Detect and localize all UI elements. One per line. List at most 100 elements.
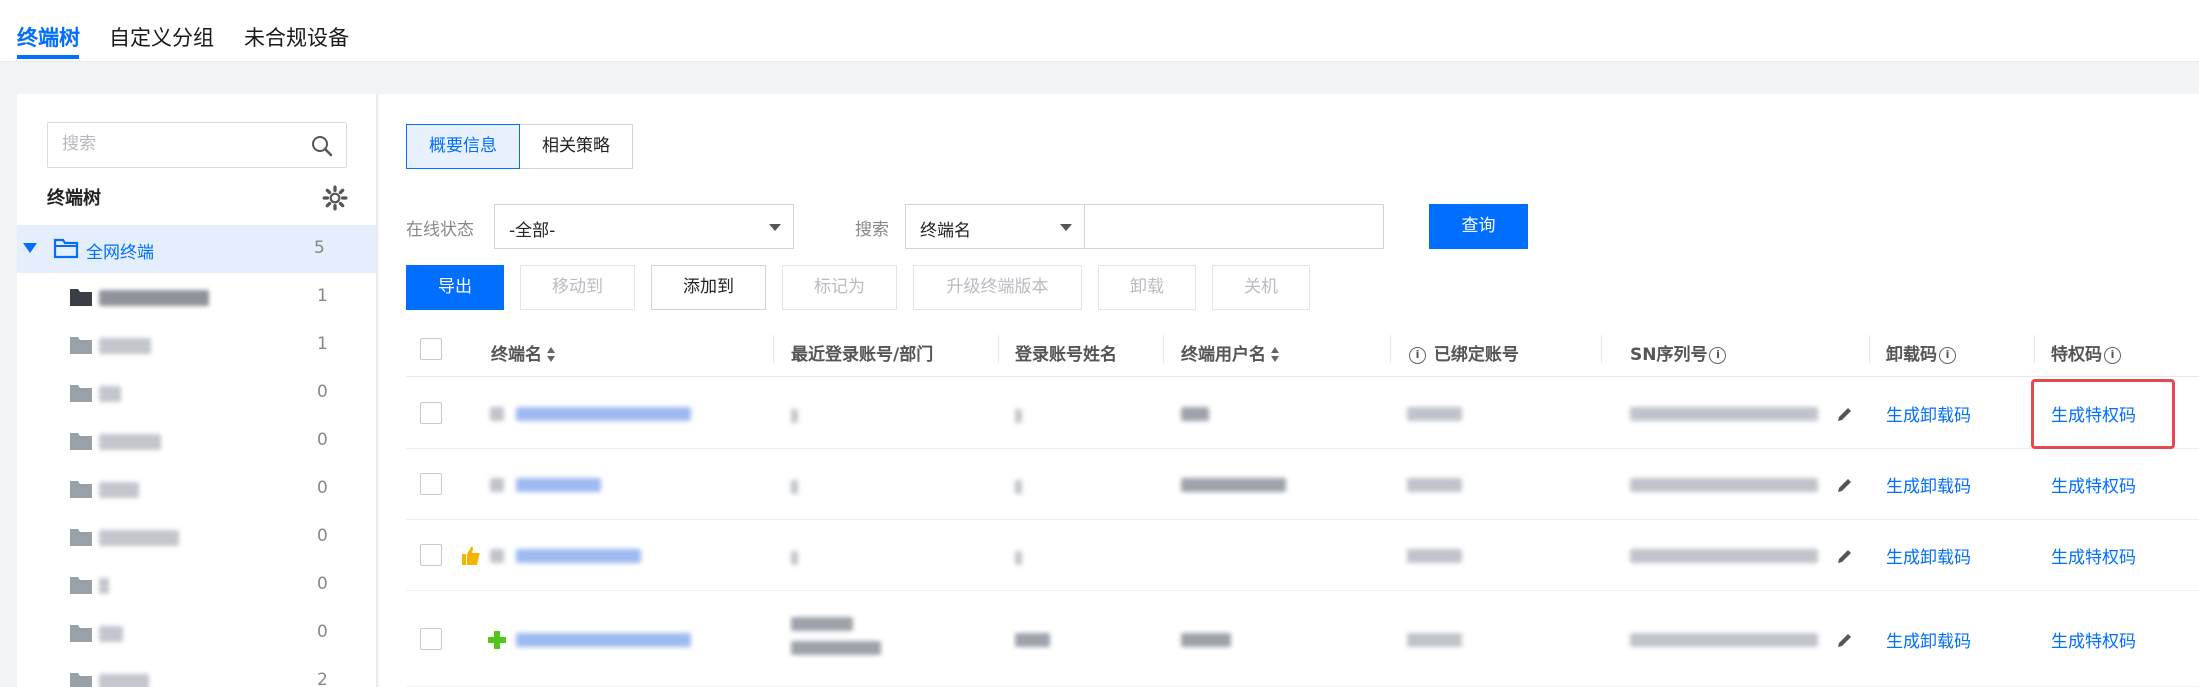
upgrade-version-button[interactable]: 升级终端版本 (913, 265, 1082, 310)
th-uninstall-code: 卸载码 i (1886, 340, 1958, 365)
column-divider[interactable] (1869, 335, 1870, 363)
tab-terminal-tree[interactable]: 终端树 (17, 22, 80, 52)
tree-node[interactable]: 2 (17, 657, 376, 687)
tab-summary[interactable]: 概要信息 (406, 124, 520, 169)
search-icon[interactable] (310, 134, 334, 158)
terminal-type-icon (490, 478, 504, 492)
table-row[interactable]: 生成卸载码 生成特权码 (406, 449, 2199, 520)
terminal-name-redacted[interactable] (516, 549, 641, 563)
redacted-value (1407, 549, 1462, 563)
generate-uninstall-code-link[interactable]: 生成卸载码 (1886, 472, 1971, 497)
status-select-value: -全部- (509, 221, 556, 241)
tree-search-input[interactable] (62, 134, 302, 154)
tree-node-all-terminals[interactable]: 全网终端 5 (17, 225, 376, 273)
terminal-type-icon (490, 549, 504, 563)
row-checkbox[interactable] (420, 544, 442, 566)
export-button[interactable]: 导出 (406, 265, 504, 310)
row-checkbox[interactable] (420, 473, 442, 495)
column-divider[interactable] (1163, 335, 1164, 363)
table-header: 终端名 最近登录账号/部门 登录账号姓名 终端用户名 i 已绑定账号 SN序列号… (406, 323, 2199, 377)
column-divider[interactable] (1601, 335, 1602, 363)
edit-icon[interactable] (1836, 547, 1854, 565)
terminal-name-redacted[interactable] (516, 407, 691, 421)
terminal-name-redacted[interactable] (516, 478, 601, 492)
tree-node[interactable]: 0 (17, 465, 376, 513)
tab-noncompliant-devices[interactable]: 未合规设备 (244, 22, 349, 52)
generate-uninstall-code-link[interactable]: 生成卸载码 (1886, 543, 1971, 568)
tree-node-label-redacted (99, 482, 139, 498)
redacted-value (1015, 480, 1022, 494)
redacted-sn (1630, 478, 1818, 492)
tree-title: 终端树 (47, 188, 101, 209)
tree-node-count: 1 (317, 286, 328, 306)
table-row[interactable]: 生成卸载码 生成特权码 (406, 378, 2199, 449)
mark-as-button[interactable]: 标记为 (782, 265, 897, 310)
gear-icon[interactable] (322, 185, 348, 211)
th-sn: SN序列号 i (1630, 340, 1728, 365)
sort-icon (546, 347, 556, 363)
redacted-value (1181, 633, 1231, 647)
generate-privilege-code-link[interactable]: 生成特权码 (2051, 472, 2136, 497)
table-row[interactable]: 生成卸载码 生成特权码 (406, 591, 2199, 687)
info-icon: i (2104, 346, 2121, 364)
sidebar: 终端树 全网终端 5 1 1 0 0 0 (17, 94, 377, 687)
tree-node-count: 5 (314, 238, 325, 258)
add-to-button[interactable]: 添加到 (651, 265, 766, 310)
folder-open-icon (53, 238, 79, 259)
edit-icon[interactable] (1836, 476, 1854, 494)
tree-node[interactable]: 0 (17, 609, 376, 657)
tree-node[interactable]: 0 (17, 417, 376, 465)
tree-node-label-redacted (99, 434, 161, 450)
search-input[interactable] (1084, 204, 1384, 249)
tree-search[interactable] (47, 122, 347, 168)
active-tab-indicator (17, 55, 79, 59)
select-all-checkbox[interactable] (420, 338, 442, 360)
plus-icon (488, 631, 506, 649)
column-divider[interactable] (2034, 335, 2035, 363)
caret-down-icon[interactable] (23, 243, 37, 253)
move-to-button[interactable]: 移动到 (520, 265, 635, 310)
info-icon: i (1409, 346, 1426, 364)
tree-node-label-redacted (99, 338, 151, 354)
generate-uninstall-code-link[interactable]: 生成卸载码 (1886, 627, 1971, 652)
column-divider[interactable] (1390, 335, 1391, 363)
status-filter-label: 在线状态 (406, 220, 474, 240)
tree-node[interactable]: 0 (17, 561, 376, 609)
generate-uninstall-code-link[interactable]: 生成卸载码 (1886, 401, 1971, 426)
folder-icon (70, 529, 92, 546)
tree-node[interactable]: 1 (17, 321, 376, 369)
redacted-value (791, 551, 798, 565)
tree-node-label-redacted (99, 674, 149, 687)
column-divider[interactable] (773, 335, 774, 363)
edit-icon[interactable] (1836, 405, 1854, 423)
query-button[interactable]: 查询 (1429, 204, 1528, 249)
search-field-select[interactable]: 终端名 (905, 204, 1085, 249)
column-divider[interactable] (998, 335, 999, 363)
redacted-value (1015, 633, 1050, 647)
redacted-sn (1630, 549, 1818, 563)
edit-icon[interactable] (1836, 631, 1854, 649)
table-row[interactable]: 生成卸载码 生成特权码 (406, 520, 2199, 591)
th-terminal-user[interactable]: 终端用户名 (1181, 340, 1280, 365)
terminal-name-redacted[interactable] (516, 633, 691, 647)
row-checkbox[interactable] (420, 402, 442, 424)
tree-node[interactable]: 0 (17, 369, 376, 417)
row-checkbox[interactable] (420, 628, 442, 650)
generate-privilege-code-link[interactable]: 生成特权码 (2051, 627, 2136, 652)
tree-node-count: 0 (317, 382, 328, 402)
tree-node-label-redacted (99, 386, 121, 402)
status-select[interactable]: -全部- (494, 204, 794, 249)
tree-node-count: 0 (317, 526, 328, 546)
tab-related-policies[interactable]: 相关策略 (520, 124, 633, 169)
generate-privilege-code-link[interactable]: 生成特权码 (2051, 543, 2136, 568)
tab-custom-group[interactable]: 自定义分组 (109, 22, 214, 52)
search-field-value: 终端名 (920, 221, 971, 241)
tree-node[interactable]: 0 (17, 513, 376, 561)
tree-node-count: 2 (317, 670, 328, 687)
shutdown-button[interactable]: 关机 (1212, 265, 1310, 310)
terminal-type-icon (490, 407, 504, 421)
uninstall-button[interactable]: 卸载 (1098, 265, 1196, 310)
th-terminal-name[interactable]: 终端名 (491, 340, 556, 365)
tree-node[interactable]: 1 (17, 273, 376, 321)
redacted-value (791, 480, 798, 494)
